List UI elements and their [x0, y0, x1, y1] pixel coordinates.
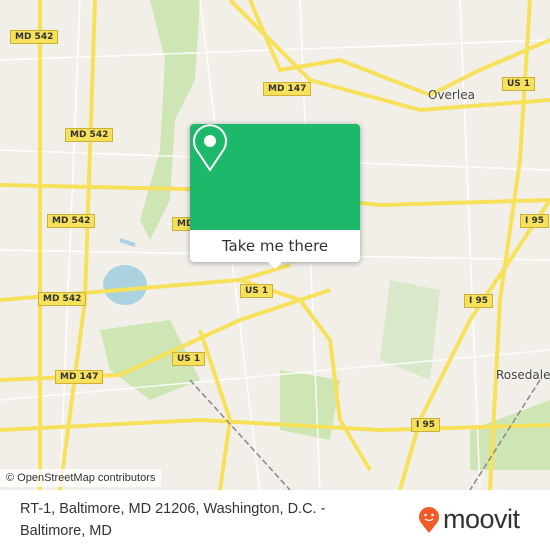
moovit-logo[interactable]: moovit	[418, 504, 520, 535]
take-me-there-button[interactable]: Take me there	[190, 230, 360, 262]
route-shield: I 95	[520, 214, 550, 228]
popup-header	[190, 124, 360, 230]
route-shield: US 1	[240, 284, 274, 298]
attribution[interactable]: © OpenStreetMap contributors	[0, 469, 162, 487]
route-shield: US 1	[502, 77, 536, 91]
place-label-rosedale: Rosedale	[496, 368, 550, 382]
popup-pointer	[266, 260, 284, 269]
route-shield: MD 147	[55, 370, 104, 384]
address-text: RT-1, Baltimore, MD 21206, Washington, D…	[20, 501, 326, 539]
route-shield: I 95	[411, 418, 441, 432]
route-shield: US 1	[172, 352, 206, 366]
map-pin-icon	[193, 124, 227, 172]
route-shield: MD 542	[38, 292, 87, 306]
map[interactable]: MD 542 MD 542 MD 542 MD 542 MD 147 MD 14…	[0, 0, 550, 490]
destination-popup: Take me there	[190, 124, 360, 269]
route-shield: MD 542	[47, 214, 96, 228]
route-shield: MD 542	[10, 30, 59, 44]
moovit-pin-icon	[419, 506, 439, 533]
route-shield: I 95	[464, 294, 494, 308]
route-shield: MD 542	[65, 128, 114, 142]
logo-text: moovit	[443, 504, 520, 534]
footer: RT-1, Baltimore, MD 21206, Washington, D…	[0, 490, 550, 550]
place-label-overlea: Overlea	[428, 88, 475, 102]
route-shield: MD 147	[263, 82, 312, 96]
